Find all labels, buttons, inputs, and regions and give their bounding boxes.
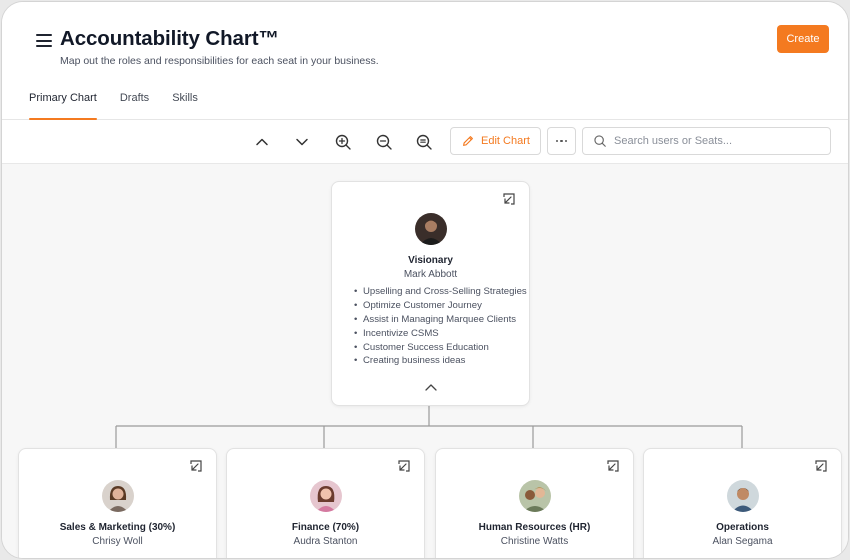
create-button[interactable]: Create — [777, 25, 829, 53]
list-item: Upselling and Cross-Selling Strategies — [354, 286, 527, 300]
tab-skills[interactable]: Skills — [172, 92, 198, 120]
zoom-in-icon[interactable] — [333, 132, 353, 152]
search-input[interactable] — [614, 135, 814, 147]
seat-person: Alan Segama — [712, 536, 773, 547]
list-item: Customer Success Education — [354, 342, 527, 356]
seat-person: Chrisy Woll — [92, 536, 143, 547]
expand-icon[interactable] — [502, 192, 516, 206]
expand-icon[interactable] — [606, 459, 620, 473]
seat-title: Human Resources (HR) — [478, 522, 591, 533]
expand-icon[interactable] — [397, 459, 411, 473]
seat-card-finance[interactable]: Finance (70%) Audra Stanton — [226, 448, 425, 558]
chart-canvas[interactable]: Visionary Mark Abbott Upselling and Cros… — [2, 164, 848, 558]
seat-card-visionary[interactable]: Visionary Mark Abbott Upselling and Cros… — [331, 181, 530, 406]
tab-bar: Primary Chart Drafts Skills — [29, 92, 221, 120]
expand-icon[interactable] — [814, 459, 828, 473]
avatar — [519, 480, 551, 512]
seat-person: Audra Stanton — [293, 536, 358, 547]
responsibility-list: Upselling and Cross-Selling Strategies O… — [354, 286, 527, 369]
page-header: Accountability Chart™ Map out the roles … — [2, 2, 848, 120]
app-window: Accountability Chart™ Map out the roles … — [1, 1, 849, 559]
search-icon — [594, 135, 606, 147]
hamburger-menu-icon[interactable] — [36, 34, 52, 48]
seat-title: Operations — [716, 522, 769, 533]
avatar — [415, 213, 447, 245]
tab-primary-chart[interactable]: Primary Chart — [29, 92, 97, 120]
search-box — [582, 127, 831, 155]
ellipsis-icon[interactable] — [547, 127, 576, 155]
zoom-out-icon[interactable] — [374, 132, 394, 152]
seat-title: Finance (70%) — [291, 522, 360, 533]
zoom-reset-icon[interactable] — [414, 132, 434, 152]
page-subtitle: Map out the roles and responsibilities f… — [60, 55, 379, 67]
tab-drafts[interactable]: Drafts — [120, 92, 149, 120]
seat-person: Mark Abbott — [403, 269, 458, 280]
expand-icon[interactable] — [189, 459, 203, 473]
avatar — [102, 480, 134, 512]
edit-chart-label: Edit Chart — [481, 135, 530, 147]
edit-chart-button[interactable]: Edit Chart — [450, 127, 541, 155]
pencil-icon — [463, 136, 473, 146]
seat-person: Christine Watts — [500, 536, 569, 547]
page-title: Accountability Chart™ — [60, 27, 279, 50]
seat-card-sales-marketing[interactable]: Sales & Marketing (30%) Chrisy Woll — [18, 448, 217, 558]
chevron-up-icon[interactable] — [252, 132, 272, 152]
avatar — [727, 480, 759, 512]
seat-card-human-resources[interactable]: Human Resources (HR) Christine Watts — [435, 448, 634, 558]
list-item: Optimize Customer Journey — [354, 300, 527, 314]
list-item: Assist in Managing Marquee Clients — [354, 314, 527, 328]
avatar — [310, 480, 342, 512]
list-item: Incentivize CSMS — [354, 328, 527, 342]
list-item: Creating business ideas — [354, 355, 527, 369]
seat-title: Sales & Marketing (30%) — [59, 522, 176, 533]
chart-toolbar: Edit Chart — [2, 120, 848, 164]
seat-card-operations[interactable]: Operations Alan Segama — [643, 448, 842, 558]
seat-title: Visionary — [408, 255, 453, 266]
chevron-up-icon[interactable] — [424, 382, 438, 392]
chevron-down-icon[interactable] — [292, 132, 312, 152]
